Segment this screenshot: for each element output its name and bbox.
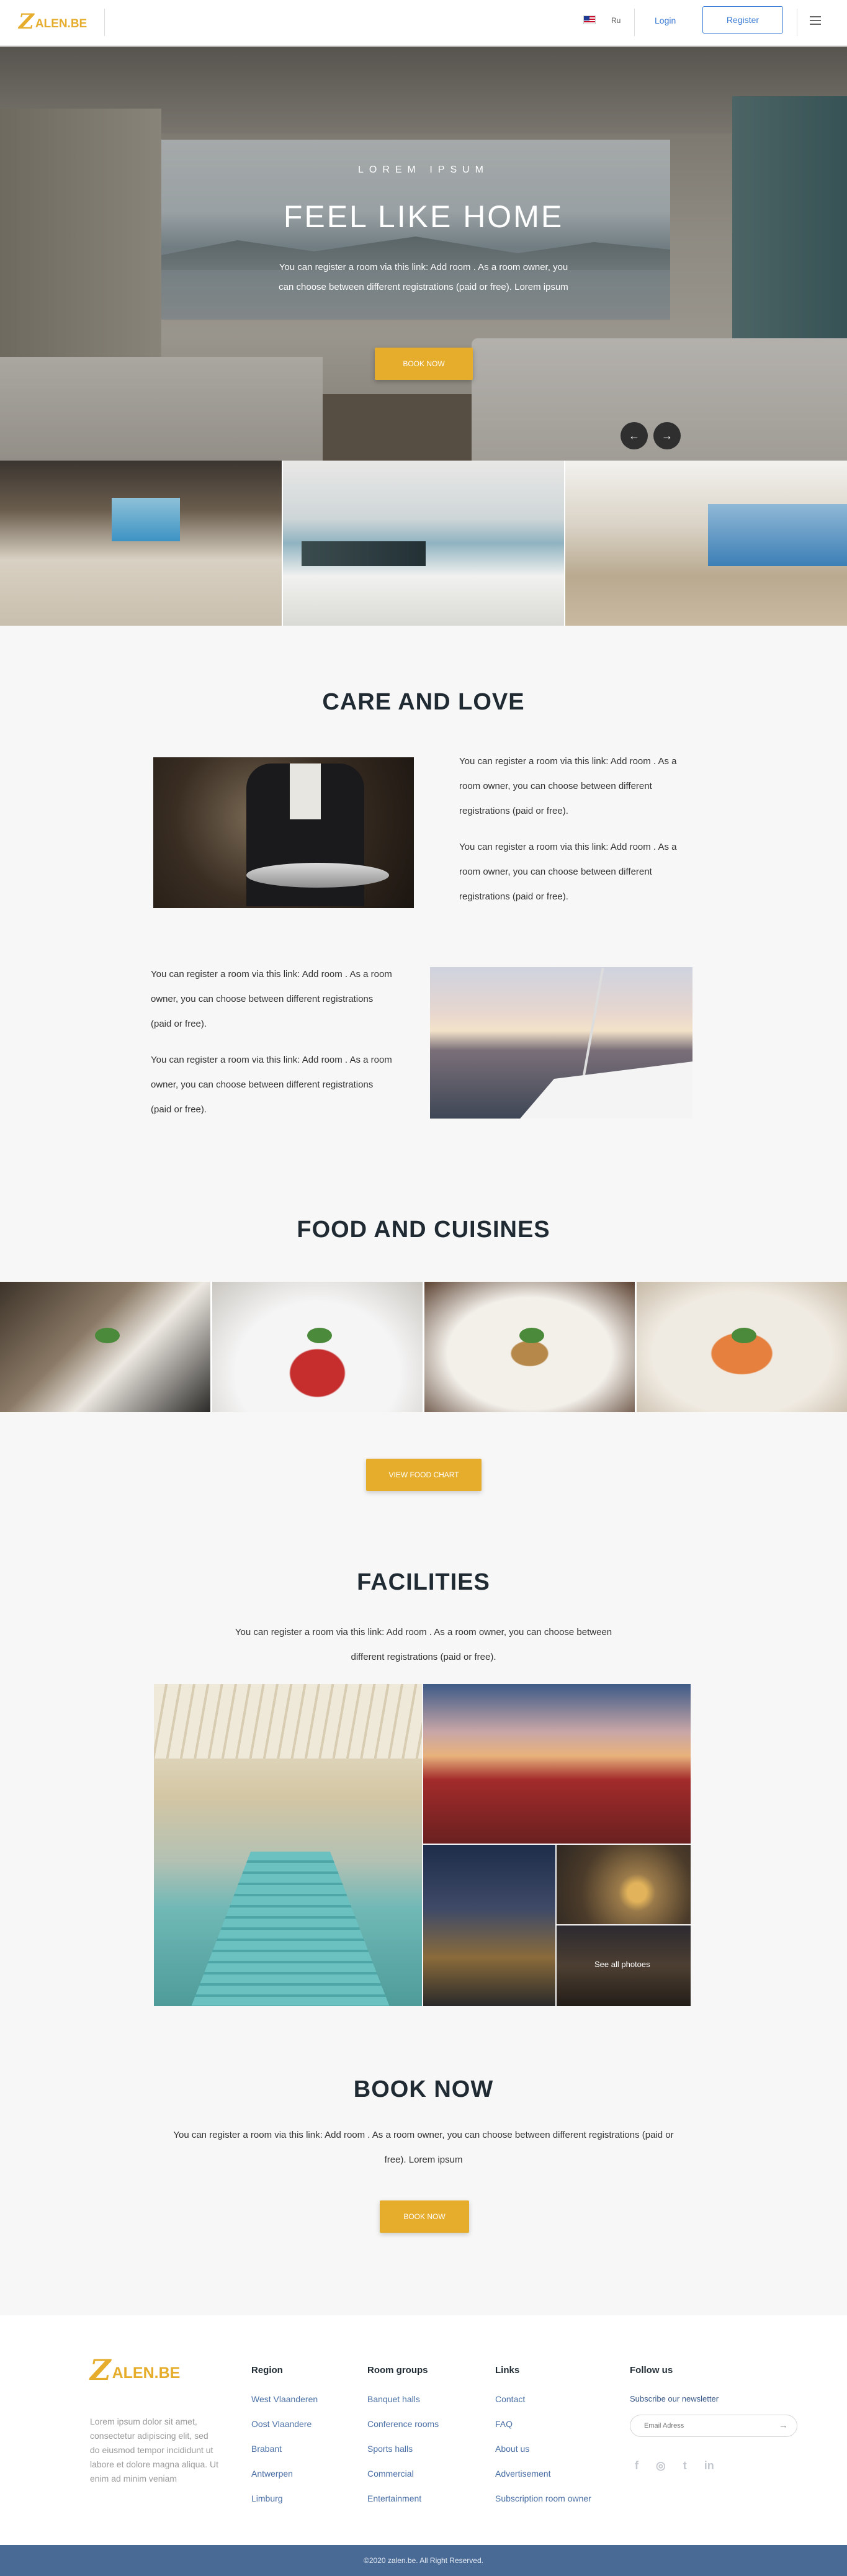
hero-book-now-button[interactable]: BOOK NOW: [375, 348, 473, 380]
footer-link[interactable]: Entertainment: [367, 2493, 439, 2518]
food-gallery: [0, 1282, 847, 1412]
hero-banner: LOREM IPSUM FEEL LIKE HOME You can regis…: [0, 47, 847, 461]
night-city-photo[interactable]: [423, 1845, 555, 2006]
footer-column-title: Links: [495, 2365, 520, 2376]
logo-text: ALEN.BE: [112, 2364, 181, 2382]
see-all-photos-link[interactable]: See all photoes: [594, 1960, 650, 1969]
arrow-right-icon[interactable]: →: [653, 422, 681, 449]
footer-link[interactable]: FAQ: [495, 2419, 591, 2444]
site-logo[interactable]: Z ALEN.BE: [19, 11, 87, 32]
facilities-title: FACILITIES: [357, 1569, 490, 1595]
footer-link[interactable]: About us: [495, 2444, 591, 2469]
food-image[interactable]: [424, 1282, 637, 1412]
footer-region-column: Region West Vlaanderen Oost Vlaandere Br…: [251, 2365, 318, 2518]
gallery-image[interactable]: [0, 461, 283, 626]
arrow-right-icon[interactable]: →: [779, 2420, 788, 2431]
view-food-chart-button[interactable]: VIEW FOOD CHART: [366, 1459, 482, 1491]
cafe-photo[interactable]: [557, 1845, 691, 1924]
facilities-description: You can register a room via this link: A…: [235, 1627, 612, 1662]
site-footer: Z ALEN.BE Lorem ipsum dolor sit amet, co…: [0, 2315, 847, 2545]
footer-about: Lorem ipsum dolor sit amet, consectetur …: [90, 2416, 219, 2484]
care-paragraph: You can register a room via this link: A…: [459, 842, 677, 902]
room-gallery: [0, 461, 847, 626]
logo-text: ALEN.BE: [35, 17, 87, 30]
footer-link[interactable]: Brabant: [251, 2444, 318, 2469]
care-paragraph: You can register a room via this link: A…: [151, 969, 392, 1029]
social-links: f ◎ t in: [630, 2459, 797, 2472]
footer-column-title: Room groups: [367, 2365, 428, 2376]
linkedin-icon[interactable]: in: [704, 2459, 714, 2472]
care-paragraph: You can register a room via this link: A…: [151, 1055, 392, 1115]
login-link[interactable]: Login: [655, 16, 676, 25]
newsletter-email-input[interactable]: [630, 2415, 767, 2436]
footer-column-title: Follow us: [630, 2365, 673, 2376]
us-flag-icon[interactable]: [583, 16, 596, 24]
newsletter-label: Subscribe our newsletter: [630, 2394, 719, 2403]
newsletter-form: →: [630, 2415, 797, 2437]
register-button[interactable]: Register: [702, 6, 783, 34]
footer-link[interactable]: Contact: [495, 2394, 591, 2419]
footer-link[interactable]: Antwerpen: [251, 2469, 318, 2493]
footer-link[interactable]: Banquet halls: [367, 2394, 439, 2419]
book-description: You can register a room via this link: A…: [173, 2130, 674, 2165]
twitter-icon[interactable]: t: [683, 2459, 687, 2472]
site-header: Z ALEN.BE Ru Login Register: [0, 0, 847, 46]
hero-description: You can register a room via this link: A…: [279, 262, 568, 292]
footer-link[interactable]: West Vlaanderen: [251, 2394, 318, 2419]
care-paragraph: You can register a room via this link: A…: [459, 756, 677, 816]
book-now-button[interactable]: BOOK NOW: [380, 2200, 469, 2233]
waiter-photo: [153, 757, 414, 908]
hero-title: FEEL LIKE HOME: [283, 199, 564, 234]
gallery-image[interactable]: [282, 461, 566, 626]
yacht-photo: [430, 967, 692, 1119]
book-title: BOOK NOW: [353, 2076, 494, 2102]
footer-column-title: Region: [251, 2365, 283, 2376]
hero-eyebrow: LOREM IPSUM: [357, 164, 489, 175]
footer-link[interactable]: Subscription room owner: [495, 2493, 591, 2518]
footer-link[interactable]: Advertisement: [495, 2469, 591, 2493]
instagram-icon[interactable]: ◎: [656, 2459, 666, 2472]
language-switch[interactable]: Ru: [611, 16, 621, 25]
facebook-icon[interactable]: f: [635, 2459, 639, 2472]
pool-photo[interactable]: [154, 1684, 422, 2006]
header-divider: [104, 9, 105, 36]
food-image[interactable]: [637, 1282, 847, 1412]
gallery-image[interactable]: [565, 461, 847, 626]
copyright-bar: ©2020 zalen.be. All Right Reserved.: [0, 2545, 847, 2576]
footer-follow-column: Follow us Subscribe our newsletter → f ◎…: [630, 2365, 797, 2472]
footer-link[interactable]: Limburg: [251, 2493, 318, 2518]
resort-photo[interactable]: [423, 1684, 691, 1844]
footer-room-groups-column: Room groups Banquet halls Conference roo…: [367, 2365, 439, 2518]
logo-mark: Z: [90, 2353, 111, 2387]
footer-link[interactable]: Commercial: [367, 2469, 439, 2493]
logo-mark: Z: [19, 9, 34, 34]
footer-links-column: Links Contact FAQ About us Advertisement…: [495, 2365, 591, 2518]
footer-logo[interactable]: Z ALEN.BE: [90, 2356, 180, 2384]
footer-link[interactable]: Oost Vlaandere: [251, 2419, 318, 2444]
footer-link[interactable]: Conference rooms: [367, 2419, 439, 2444]
footer-link[interactable]: Sports halls: [367, 2444, 439, 2469]
food-title: FOOD AND CUISINES: [297, 1217, 550, 1243]
hamburger-icon[interactable]: [810, 16, 821, 25]
header-divider: [634, 9, 635, 36]
care-title: CARE AND LOVE: [322, 689, 525, 715]
food-image[interactable]: [212, 1282, 424, 1412]
food-image[interactable]: [0, 1282, 212, 1412]
arrow-left-icon[interactable]: ←: [621, 422, 648, 449]
